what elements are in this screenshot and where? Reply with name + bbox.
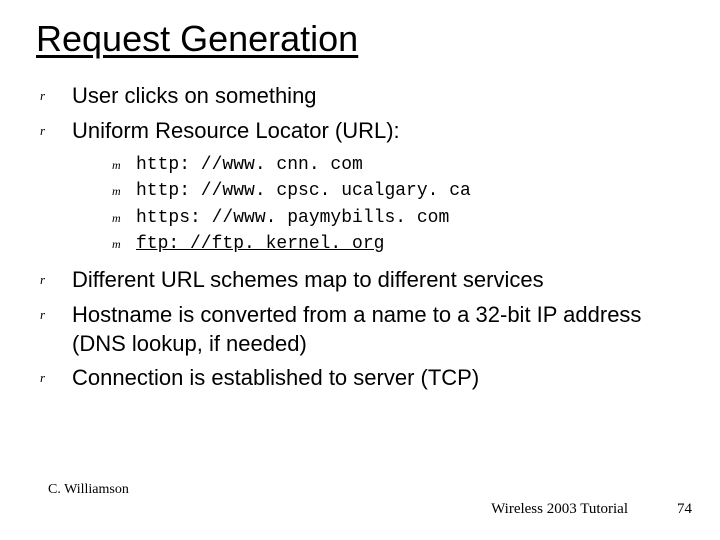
url-text: http: //www. cpsc. ucalgary. ca: [136, 181, 471, 201]
bullet-item: Connection is established to server (TCP…: [40, 364, 680, 393]
url-text: https: //www. paymybills. com: [136, 208, 449, 228]
bullet-item: Hostname is converted from a name to a 3…: [40, 301, 680, 358]
bullet-text: Connection is established to server (TCP…: [72, 365, 479, 390]
footer-author: C. Williamson: [48, 482, 129, 498]
slide-title: Request Generation: [36, 18, 358, 60]
sub-bullet-item: http: //www. cnn. com: [112, 153, 680, 177]
bullet-item: User clicks on something: [40, 82, 680, 111]
sub-bullet-list: http: //www. cnn. com http: //www. cpsc.…: [72, 153, 680, 256]
bullet-item: Different URL schemes map to different s…: [40, 266, 680, 295]
bullet-text: Hostname is converted from a name to a 3…: [72, 302, 641, 356]
bullet-item: Uniform Resource Locator (URL): http: //…: [40, 117, 680, 257]
url-link[interactable]: ftp: //ftp. kernel. org: [136, 234, 384, 254]
bullet-list: User clicks on something Uniform Resourc…: [40, 82, 680, 399]
bullet-text: Uniform Resource Locator (URL):: [72, 118, 400, 143]
footer-page-number: 74: [677, 501, 692, 518]
url-text: http: //www. cnn. com: [136, 155, 363, 175]
footer-event: Wireless 2003 Tutorial: [491, 501, 628, 518]
sub-bullet-item: ftp: //ftp. kernel. org: [112, 232, 680, 256]
bullet-text: User clicks on something: [72, 83, 317, 108]
sub-bullet-item: http: //www. cpsc. ucalgary. ca: [112, 179, 680, 203]
sub-bullet-item: https: //www. paymybills. com: [112, 206, 680, 230]
bullet-text: Different URL schemes map to different s…: [72, 267, 544, 292]
slide: Request Generation User clicks on someth…: [0, 0, 720, 540]
